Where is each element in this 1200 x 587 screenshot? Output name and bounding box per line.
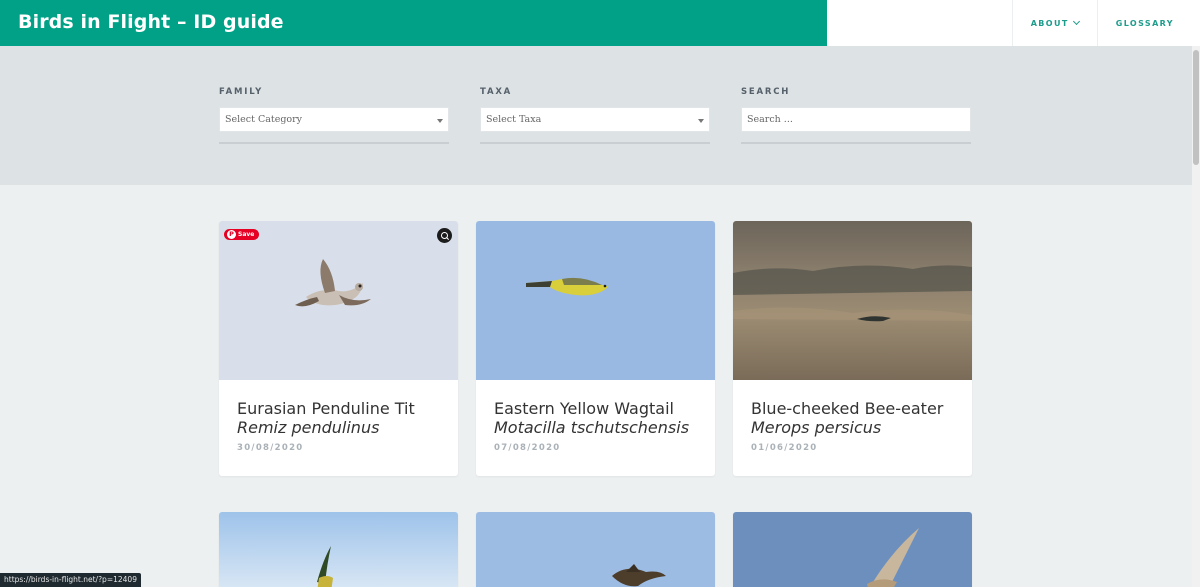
divider [480, 142, 710, 144]
nav-glossary[interactable]: Glossary [1096, 0, 1192, 46]
link-status-bar: https://birds-in-flight.net/?p=12409 [0, 573, 141, 587]
caret-down-icon [437, 119, 443, 123]
card-title[interactable]: Eastern Yellow Wagtail [494, 399, 674, 418]
bird-card[interactable]: Eastern Yellow Wagtail Motacilla tschuts… [476, 221, 715, 476]
bird-card[interactable] [219, 512, 458, 587]
main-nav: About Glossary [1011, 0, 1192, 46]
page-scrollbar[interactable] [1192, 46, 1200, 587]
pinterest-icon: P [227, 230, 236, 239]
visual-search-icon[interactable] [437, 228, 452, 243]
family-select[interactable]: Select Category [219, 107, 449, 132]
bird-card[interactable] [476, 512, 715, 587]
scientific-name: Merops persicus [751, 418, 882, 437]
taxa-select[interactable]: Select Taxa [480, 107, 710, 132]
search-placeholder: Search ... [747, 114, 793, 125]
bird-photo[interactable] [476, 221, 715, 380]
post-date: 01/06/2020 [751, 443, 818, 453]
bird-card[interactable]: P Save Eurasian Penduline Tit Remiz pend… [219, 221, 458, 476]
card-title[interactable]: Eurasian Penduline Tit [237, 399, 415, 418]
bird-photo[interactable] [733, 221, 972, 380]
brand-bar[interactable]: Birds in Flight – ID guide [0, 0, 827, 46]
nav-glossary-label: Glossary [1115, 18, 1174, 28]
save-label: Save [238, 231, 255, 238]
nav-about-label: About [1030, 18, 1069, 28]
taxa-select-value: Select Taxa [486, 114, 542, 125]
bird-photo[interactable] [219, 512, 458, 587]
search-input[interactable]: Search ... [741, 107, 971, 132]
filter-panel: Family Select Category Taxa Select Taxa … [0, 46, 1200, 185]
chevron-down-icon [1072, 17, 1080, 26]
family-label: Family [219, 87, 264, 97]
card-title[interactable]: Blue-cheeked Bee-eater [751, 399, 943, 418]
bird-photo[interactable] [733, 512, 972, 587]
family-select-value: Select Category [225, 114, 303, 125]
bird-card[interactable] [733, 512, 972, 587]
site-title[interactable]: Birds in Flight – ID guide [18, 11, 284, 33]
post-date: 30/08/2020 [237, 443, 304, 453]
scroll-thumb[interactable] [1193, 50, 1199, 165]
pinterest-save-button[interactable]: P Save [224, 229, 259, 240]
scientific-name: Remiz pendulinus [237, 418, 380, 437]
caret-down-icon [698, 119, 704, 123]
family-filter: Family Select Category [219, 87, 449, 144]
site-header: Birds in Flight – ID guide About Glossar… [0, 0, 1200, 46]
divider [219, 142, 449, 144]
bird-photo[interactable] [476, 512, 715, 587]
bird-card[interactable]: Blue-cheeked Bee-eater Merops persicus 0… [733, 221, 972, 476]
search-label: Search [741, 87, 791, 97]
bird-photo[interactable] [219, 221, 458, 380]
search-filter: Search Search ... [741, 87, 971, 144]
divider [741, 142, 971, 144]
post-date: 07/08/2020 [494, 443, 561, 453]
nav-about[interactable]: About [1011, 0, 1097, 46]
taxa-label: Taxa [480, 87, 513, 97]
scientific-name: Motacilla tschutschensis [494, 418, 690, 437]
taxa-filter: Taxa Select Taxa [480, 87, 710, 144]
